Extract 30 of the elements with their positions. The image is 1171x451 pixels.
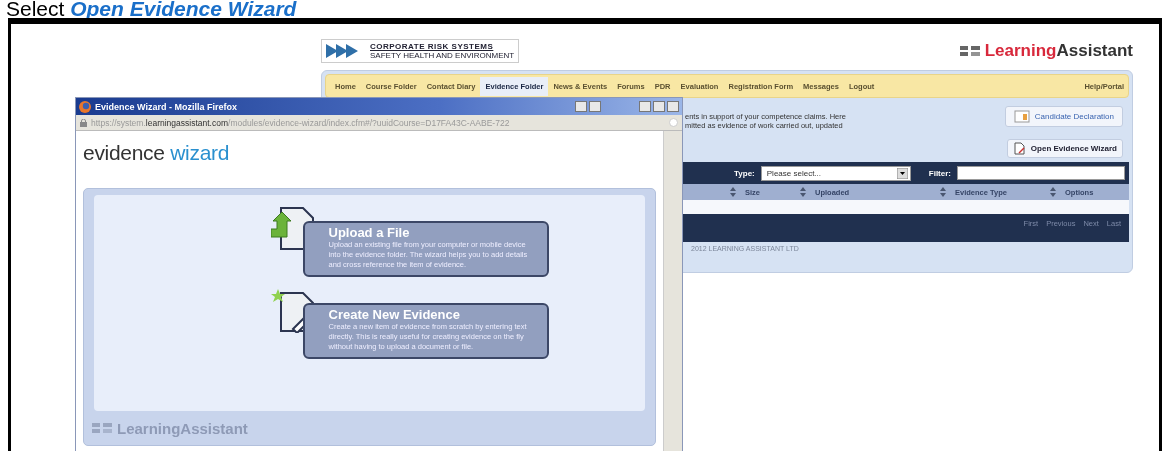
window-title: Evidence Wizard - Mozilla Firefox bbox=[95, 101, 237, 112]
status-icon bbox=[669, 118, 678, 127]
close-button[interactable] bbox=[667, 101, 679, 112]
company-logo: CORPORATE RISK SYSTEMS SAFETY HEALTH AND ENVIRONMENT bbox=[321, 39, 520, 63]
filter-label: Filter: bbox=[928, 168, 951, 178]
document-icon bbox=[1013, 110, 1030, 123]
sort-icon[interactable] bbox=[940, 187, 946, 197]
instruction-caption: Select Open Evidence Wizard bbox=[5, 0, 298, 20]
filter-field[interactable] bbox=[957, 166, 1125, 180]
sort-icon[interactable] bbox=[1050, 187, 1056, 197]
brand-icon bbox=[92, 422, 112, 434]
open-wizard-button[interactable]: Open Evidence Wizard bbox=[1006, 139, 1123, 158]
resize-button[interactable] bbox=[575, 101, 587, 112]
sort-icon[interactable] bbox=[800, 187, 806, 197]
footer-brand: LearningAssistant bbox=[117, 419, 248, 437]
maximize-button[interactable] bbox=[653, 101, 665, 112]
browser-icon bbox=[79, 100, 91, 113]
wizard-logo: evidence wizard bbox=[83, 141, 231, 166]
lock-icon bbox=[80, 118, 87, 127]
sort-icon[interactable] bbox=[730, 187, 736, 197]
minimize-button[interactable] bbox=[639, 101, 651, 112]
candidate-declaration-button[interactable]: Candidate Declaration bbox=[1004, 106, 1123, 127]
restore-button[interactable] bbox=[589, 101, 601, 112]
dropdown-arrow-icon bbox=[896, 167, 908, 179]
document-icon bbox=[1012, 142, 1026, 155]
brand-icon bbox=[959, 45, 980, 57]
type-label: Type: bbox=[734, 168, 755, 178]
type-dropdown[interactable]: Please select... bbox=[760, 165, 911, 181]
scrollbar[interactable] bbox=[663, 131, 682, 451]
brand-logo: LearningAssistant bbox=[984, 41, 1133, 61]
